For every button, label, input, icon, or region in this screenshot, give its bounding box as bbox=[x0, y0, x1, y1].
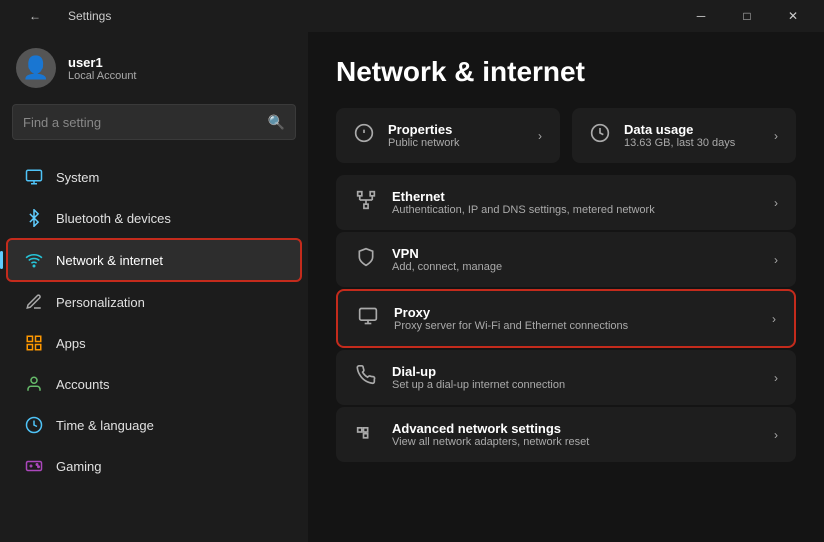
data-usage-title: Data usage bbox=[624, 122, 760, 137]
ethernet-icon bbox=[354, 190, 378, 216]
user-name: user1 bbox=[68, 55, 137, 70]
avatar-icon: 👤 bbox=[22, 55, 49, 81]
vpn-icon bbox=[354, 247, 378, 273]
proxy-icon bbox=[356, 306, 380, 332]
sidebar: 👤 user1 Local Account Find a setting 🔍 S… bbox=[0, 32, 308, 542]
title-bar-left: ← Settings bbox=[12, 0, 111, 32]
avatar: 👤 bbox=[16, 48, 56, 88]
data-usage-card[interactable]: Data usage 13.63 GB, last 30 days › bbox=[572, 108, 796, 163]
maximize-button[interactable]: □ bbox=[724, 0, 770, 32]
vpn-setting[interactable]: VPN Add, connect, manage › bbox=[336, 232, 796, 287]
bluetooth-icon bbox=[24, 208, 44, 228]
app-content: 👤 user1 Local Account Find a setting 🔍 S… bbox=[0, 32, 824, 542]
time-icon bbox=[24, 415, 44, 435]
system-icon bbox=[24, 167, 44, 187]
advanced-icon bbox=[354, 422, 378, 448]
top-cards: Properties Public network › Data usage 1… bbox=[336, 108, 796, 163]
advanced-setting[interactable]: Advanced network settings View all netwo… bbox=[336, 407, 796, 462]
main-panel: Network & internet Properties Public net… bbox=[308, 32, 824, 542]
network-icon bbox=[24, 250, 44, 270]
proxy-text: Proxy Proxy server for Wi-Fi and Etherne… bbox=[394, 305, 758, 332]
data-usage-text: Data usage 13.63 GB, last 30 days bbox=[624, 122, 760, 149]
title-bar: ← Settings ─ □ ✕ bbox=[0, 0, 824, 32]
sidebar-item-accounts[interactable]: Accounts bbox=[8, 364, 300, 404]
advanced-subtitle: View all network adapters, network reset bbox=[392, 436, 760, 448]
sidebar-item-apps[interactable]: Apps bbox=[8, 323, 300, 363]
accounts-icon bbox=[24, 374, 44, 394]
properties-title: Properties bbox=[388, 122, 524, 137]
dialup-setting[interactable]: Dial-up Set up a dial-up internet connec… bbox=[336, 350, 796, 405]
apps-icon bbox=[24, 333, 44, 353]
sidebar-item-apps-label: Apps bbox=[56, 336, 86, 351]
search-box[interactable]: Find a setting 🔍 bbox=[12, 104, 296, 140]
proxy-subtitle: Proxy server for Wi-Fi and Ethernet conn… bbox=[394, 320, 758, 332]
data-usage-subtitle: 13.63 GB, last 30 days bbox=[624, 137, 760, 149]
user-account: Local Account bbox=[68, 70, 137, 82]
ethernet-text: Ethernet Authentication, IP and DNS sett… bbox=[392, 189, 760, 216]
properties-text: Properties Public network bbox=[388, 122, 524, 149]
data-usage-chevron: › bbox=[774, 129, 778, 143]
title-bar-title: Settings bbox=[68, 9, 111, 23]
personalization-icon bbox=[24, 292, 44, 312]
sidebar-item-time-label: Time & language bbox=[56, 418, 154, 433]
settings-list: Ethernet Authentication, IP and DNS sett… bbox=[336, 175, 796, 462]
search-container: Find a setting 🔍 bbox=[0, 104, 308, 152]
sidebar-item-personalization[interactable]: Personalization bbox=[8, 282, 300, 322]
sidebar-item-gaming[interactable]: Gaming bbox=[8, 446, 300, 486]
vpn-title: VPN bbox=[392, 246, 760, 261]
dialup-subtitle: Set up a dial-up internet connection bbox=[392, 379, 760, 391]
vpn-subtitle: Add, connect, manage bbox=[392, 261, 760, 273]
properties-chevron: › bbox=[538, 129, 542, 143]
advanced-chevron: › bbox=[774, 428, 778, 442]
proxy-title: Proxy bbox=[394, 305, 758, 320]
search-icon: 🔍 bbox=[268, 114, 285, 131]
ethernet-setting[interactable]: Ethernet Authentication, IP and DNS sett… bbox=[336, 175, 796, 230]
close-button[interactable]: ✕ bbox=[770, 0, 816, 32]
sidebar-item-network[interactable]: Network & internet bbox=[6, 238, 302, 282]
dialup-chevron: › bbox=[774, 371, 778, 385]
proxy-chevron: › bbox=[772, 312, 776, 326]
data-usage-icon bbox=[590, 123, 610, 149]
nav-list: System Bluetooth & devices Network & int… bbox=[0, 152, 308, 542]
title-bar-controls: ─ □ ✕ bbox=[678, 0, 816, 32]
ethernet-subtitle: Authentication, IP and DNS settings, met… bbox=[392, 204, 760, 216]
advanced-title: Advanced network settings bbox=[392, 421, 760, 436]
proxy-setting[interactable]: Proxy Proxy server for Wi-Fi and Etherne… bbox=[336, 289, 796, 348]
properties-card[interactable]: Properties Public network › bbox=[336, 108, 560, 163]
vpn-text: VPN Add, connect, manage bbox=[392, 246, 760, 273]
dialup-title: Dial-up bbox=[392, 364, 760, 379]
sidebar-item-bluetooth[interactable]: Bluetooth & devices bbox=[8, 198, 300, 238]
ethernet-title: Ethernet bbox=[392, 189, 760, 204]
user-info: user1 Local Account bbox=[68, 55, 137, 82]
page-title: Network & internet bbox=[336, 56, 796, 88]
user-profile[interactable]: 👤 user1 Local Account bbox=[0, 36, 308, 104]
dialup-icon bbox=[354, 365, 378, 391]
sidebar-item-system[interactable]: System bbox=[8, 157, 300, 197]
search-placeholder: Find a setting bbox=[23, 115, 260, 130]
advanced-text: Advanced network settings View all netwo… bbox=[392, 421, 760, 448]
sidebar-item-gaming-label: Gaming bbox=[56, 459, 102, 474]
sidebar-item-time[interactable]: Time & language bbox=[8, 405, 300, 445]
back-button[interactable]: ← bbox=[12, 0, 58, 32]
sidebar-item-accounts-label: Accounts bbox=[56, 377, 109, 392]
dialup-text: Dial-up Set up a dial-up internet connec… bbox=[392, 364, 760, 391]
gaming-icon bbox=[24, 456, 44, 476]
minimize-button[interactable]: ─ bbox=[678, 0, 724, 32]
ethernet-chevron: › bbox=[774, 196, 778, 210]
sidebar-item-network-label: Network & internet bbox=[56, 253, 163, 268]
sidebar-item-bluetooth-label: Bluetooth & devices bbox=[56, 211, 171, 226]
sidebar-item-personalization-label: Personalization bbox=[56, 295, 145, 310]
properties-icon bbox=[354, 123, 374, 149]
properties-subtitle: Public network bbox=[388, 137, 524, 149]
sidebar-item-system-label: System bbox=[56, 170, 99, 185]
vpn-chevron: › bbox=[774, 253, 778, 267]
